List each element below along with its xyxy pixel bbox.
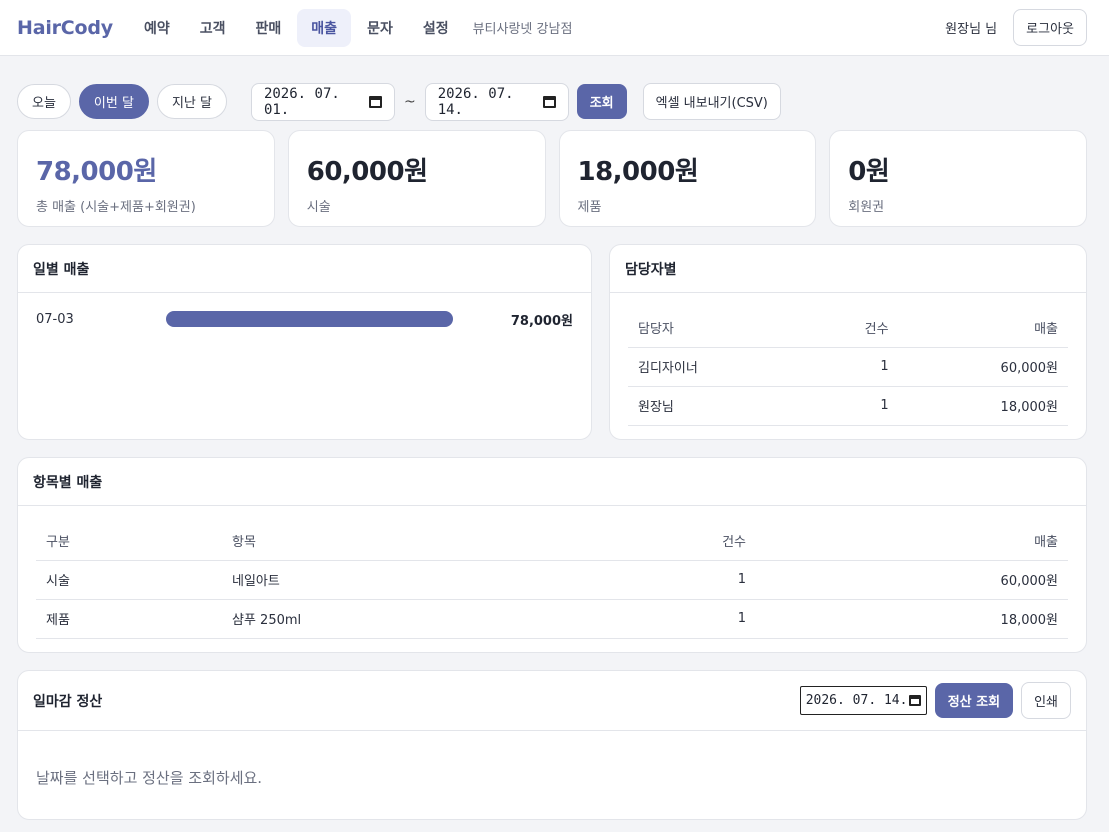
table-cell: 60,000원 (898, 347, 1068, 387)
nav-item-settings[interactable]: 설정 (409, 9, 463, 47)
calendar-icon[interactable] (908, 695, 921, 706)
stat-card-treatment: 60,000원 시술 (287, 130, 546, 227)
daily-amount: 78,000원 (510, 313, 573, 329)
start-date-value: 2026. 07. 01. (263, 85, 340, 118)
stat-value: 18,000원 (577, 157, 699, 187)
table-row: 제품 샴푸 250ml 1 18,000원 (36, 599, 1068, 639)
nav-item-revenue[interactable]: 매출 (297, 8, 352, 47)
table-header-row: 담당자 건수 매출 (628, 309, 1068, 348)
revenue-summary: 78,000원 총 매출 (시술+제품+회원권) 60,000원 시술 18,0… (0, 130, 1109, 227)
end-date-value: 2026. 07. 14. (437, 85, 514, 118)
user-label: 원장님 님 (945, 22, 998, 37)
stat-value: 60,000원 (306, 157, 428, 187)
column-header: 항목 (222, 522, 580, 561)
table-cell: 18,000원 (898, 386, 1068, 426)
column-header: 매출 (756, 522, 1068, 561)
daily-date: 07-03 (36, 311, 74, 327)
table-cell: 1 (579, 599, 756, 639)
column-header: 건수 (802, 309, 899, 348)
stat-label: 시술 (306, 200, 331, 215)
column-header: 매출 (898, 309, 1068, 348)
stat-card-membership: 0원 회원권 (829, 130, 1087, 227)
table-cell: 원장님 (628, 386, 803, 426)
daily-row: 07-03 78,000원 (18, 293, 591, 345)
this-month-button[interactable]: 이번 달 (78, 84, 149, 119)
staff-revenue-panel: 담당자별 담당자 건수 매출 김디자이너 1 60,000원 원장님 1 18,… (609, 244, 1087, 440)
end-date-input[interactable]: 2026. 07. 14. (424, 82, 569, 121)
stat-value: 78,000원 (36, 157, 157, 187)
table-cell: 제품 (36, 599, 222, 639)
nav-item-sales[interactable]: 판매 (242, 9, 296, 47)
column-header: 구분 (36, 522, 222, 561)
export-csv-button[interactable]: 엑셀 내보내기(CSV) (642, 83, 781, 120)
table-cell: 1 (802, 347, 899, 387)
item-table: 구분 항목 건수 매출 시술 네일아트 1 60,000원 제품 샴푸 250m… (36, 522, 1068, 639)
stat-label: 회원권 (848, 200, 885, 215)
stat-card-total: 78,000원 총 매출 (시술+제품+회원권) (17, 130, 275, 227)
table-row: 김디자이너 1 60,000원 (628, 347, 1068, 387)
nav-item-customer[interactable]: 고객 (186, 9, 240, 47)
panel-title: 담당자별 (610, 245, 1086, 293)
nav-item-message[interactable]: 문자 (353, 9, 407, 47)
date-filter-bar: 오늘 이번 달 지난 달 2026. 07. 01. ~ 2026. 07. 1… (0, 56, 1109, 130)
daily-closing-panel: 일마감 정산 2026. 07. 14. 정산 조회 인쇄 날짜를 선택하고 정… (17, 670, 1087, 820)
closing-date-value: 2026. 07. 14. (805, 693, 908, 708)
panel-title: 일별 매출 (18, 245, 591, 293)
table-cell: 60,000원 (756, 560, 1068, 600)
panel-title: 일마감 정산 (33, 693, 103, 710)
print-button[interactable]: 인쇄 (1021, 682, 1071, 719)
daily-bar (166, 311, 453, 327)
column-header: 담당자 (628, 309, 803, 348)
search-button[interactable]: 조회 (576, 84, 627, 119)
logout-button[interactable]: 로그아웃 (1013, 9, 1087, 46)
last-month-button[interactable]: 지난 달 (156, 84, 227, 119)
staff-table: 담당자 건수 매출 김디자이너 1 60,000원 원장님 1 18,000원 (628, 309, 1068, 426)
table-row: 시술 네일아트 1 60,000원 (36, 560, 1068, 600)
stat-label: 총 매출 (시술+제품+회원권) (36, 200, 196, 215)
calendar-icon[interactable] (369, 95, 382, 108)
daily-bar-track (166, 311, 453, 327)
closing-empty-message: 날짜를 선택하고 정산을 조회하세요. (36, 769, 263, 787)
column-header: 건수 (579, 522, 756, 561)
table-header-row: 구분 항목 건수 매출 (36, 522, 1068, 561)
stat-value: 0원 (848, 157, 890, 187)
closing-header: 일마감 정산 2026. 07. 14. 정산 조회 인쇄 (18, 671, 1086, 731)
top-navbar: HairCody 예약 고객 판매 매출 문자 설정 뷰티사랑넷 강남점 원장님… (0, 0, 1109, 56)
table-cell: 1 (579, 560, 756, 600)
stat-label: 제품 (577, 200, 602, 215)
main-nav: 예약 고객 판매 매출 문자 설정 (130, 8, 465, 47)
calendar-icon[interactable] (543, 95, 556, 108)
table-cell: 네일아트 (222, 560, 580, 600)
table-cell: 18,000원 (756, 599, 1068, 639)
table-cell: 김디자이너 (628, 347, 803, 387)
start-date-input[interactable]: 2026. 07. 01. (250, 82, 395, 121)
table-row: 원장님 1 18,000원 (628, 386, 1068, 426)
table-cell: 시술 (36, 560, 222, 600)
closing-search-button[interactable]: 정산 조회 (934, 683, 1014, 718)
table-cell: 샴푸 250ml (222, 599, 580, 639)
item-revenue-panel: 항목별 매출 구분 항목 건수 매출 시술 네일아트 1 60,000원 제품 … (17, 457, 1087, 653)
closing-date-input[interactable]: 2026. 07. 14. (799, 686, 927, 715)
date-range-separator: ~ (403, 93, 416, 110)
stat-card-product: 18,000원 제품 (558, 130, 817, 227)
store-name: 뷰티사랑넷 강남점 (472, 22, 573, 37)
nav-item-reservation[interactable]: 예약 (130, 9, 184, 47)
panel-title: 항목별 매출 (18, 458, 1086, 506)
daily-revenue-panel: 일별 매출 07-03 78,000원 (17, 244, 592, 440)
brand-logo[interactable]: HairCody (17, 17, 113, 39)
table-cell: 1 (802, 386, 899, 426)
today-button[interactable]: 오늘 (17, 84, 71, 119)
